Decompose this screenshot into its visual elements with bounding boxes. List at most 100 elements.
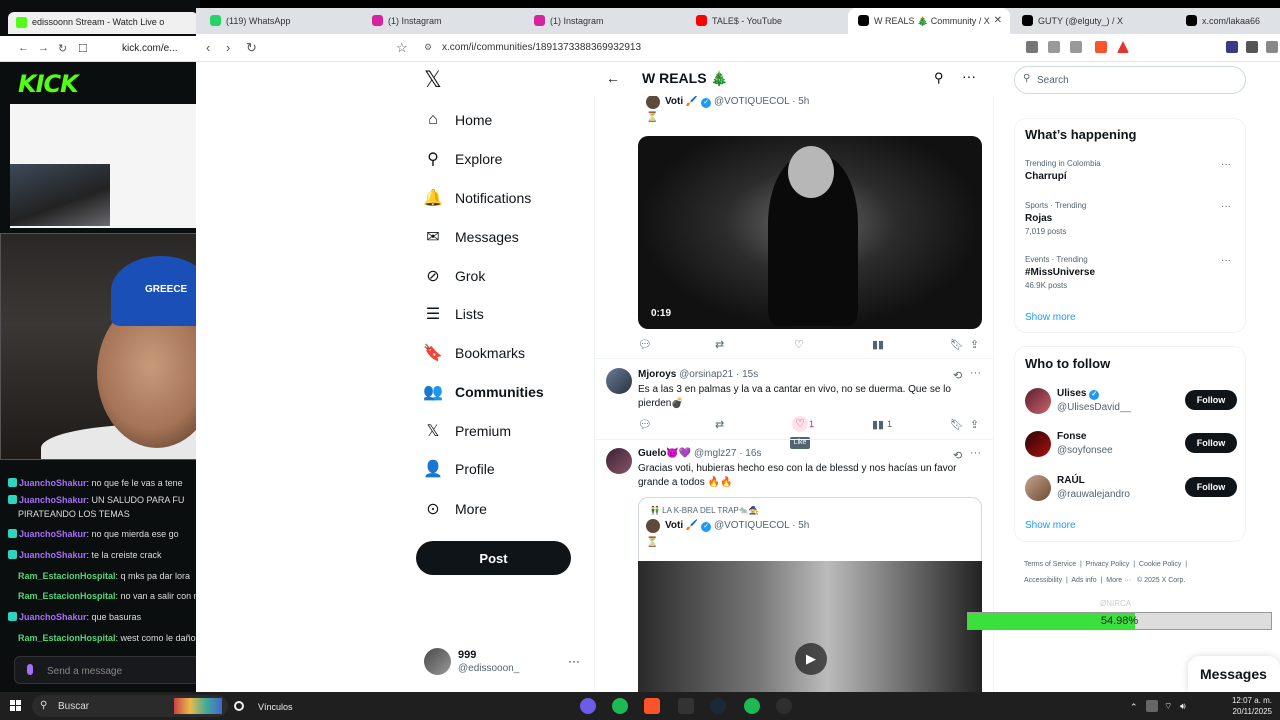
chat-username[interactable]: JuanchoShakur bbox=[19, 529, 87, 539]
nav-messages[interactable]: ✉ Messages bbox=[424, 222, 519, 252]
nav-profile[interactable]: 👤 Profile bbox=[423, 454, 495, 484]
back-icon[interactable]: ‹ bbox=[206, 40, 210, 55]
more-icon[interactable]: ··· bbox=[970, 367, 981, 379]
more-icon[interactable]: ··· bbox=[1221, 255, 1231, 266]
brave-shield-icon[interactable] bbox=[1095, 41, 1107, 53]
taskbar-links-label[interactable]: Vínculos bbox=[258, 702, 293, 712]
tweet-handle[interactable]: @mglz27 · 16s bbox=[694, 448, 761, 459]
tray-app-icon[interactable] bbox=[1146, 700, 1158, 712]
windows-start-icon[interactable] bbox=[10, 700, 22, 712]
chat-username[interactable]: JuanchoShakur bbox=[19, 612, 87, 622]
avatar[interactable] bbox=[606, 448, 632, 474]
kick-logo[interactable]: KICK bbox=[18, 70, 79, 98]
network-icon[interactable]: ⌔ bbox=[1164, 701, 1172, 712]
search-input[interactable]: ⚲ Search bbox=[1014, 66, 1246, 94]
avatar[interactable] bbox=[1025, 431, 1051, 457]
account-switcher[interactable]: 999 @edissooon_ ··· bbox=[424, 648, 584, 680]
footer-link[interactable]: Privacy Policy bbox=[1086, 561, 1130, 568]
nav-bookmarks[interactable]: 🔖 Bookmarks bbox=[423, 338, 525, 368]
nav-notifications[interactable]: 🔔 Notifications bbox=[423, 183, 531, 213]
search-icon[interactable]: ⚲ bbox=[934, 70, 944, 86]
discord-icon[interactable] bbox=[580, 698, 596, 714]
follow-suggestion[interactable]: Fonse @soyfonsee Follow bbox=[1025, 431, 1237, 461]
trend-item[interactable]: Events · Trending #MissUniverse 46.9K po… bbox=[1025, 255, 1237, 290]
nav-grok[interactable]: ⊘ Grok bbox=[424, 261, 485, 291]
kick-browser-tab[interactable]: edissoonn Stream - Watch Live o bbox=[8, 12, 198, 34]
avatar[interactable] bbox=[646, 95, 660, 109]
translate-icon[interactable] bbox=[1048, 41, 1060, 53]
footer-link[interactable]: Ads info bbox=[1071, 577, 1096, 584]
footer-link[interactable]: Accessibility bbox=[1024, 577, 1062, 584]
back-arrow-icon[interactable]: ← bbox=[606, 70, 620, 86]
nav-explore[interactable]: ⚲ Explore bbox=[424, 144, 502, 174]
grok-explain-icon[interactable]: ⟲ bbox=[953, 369, 962, 382]
more-icon[interactable]: ··· bbox=[962, 68, 976, 84]
spotify-icon[interactable] bbox=[612, 698, 628, 714]
like-icon[interactable]: ♡ bbox=[792, 416, 808, 432]
steam-icon[interactable] bbox=[710, 698, 726, 714]
forward-icon[interactable]: → bbox=[38, 42, 49, 54]
chat-username[interactable]: Ram_EstacionHospital bbox=[18, 571, 116, 581]
reload-icon[interactable]: ↻ bbox=[246, 40, 257, 56]
tweet-video[interactable]: 0:19 bbox=[638, 136, 982, 329]
follow-button[interactable]: Follow bbox=[1185, 433, 1237, 453]
more-icon[interactable]: ··· bbox=[1221, 159, 1231, 170]
tweet-author[interactable]: Voti 🖌️ bbox=[665, 96, 698, 107]
chat-username[interactable]: JuanchoShakur bbox=[19, 478, 87, 488]
books-widget-icon[interactable] bbox=[174, 698, 222, 714]
task-view-icon[interactable] bbox=[234, 701, 244, 711]
spotify-icon[interactable] bbox=[744, 698, 760, 714]
views-icon[interactable]: ▮▮ bbox=[872, 338, 884, 351]
chat-username[interactable]: Ram_EstacionHospital bbox=[18, 633, 116, 643]
bookmark-icon[interactable]: ☆ bbox=[396, 40, 408, 56]
tab-lakaa[interactable]: x.com/lakaa66 bbox=[1176, 8, 1276, 34]
tab-youtube[interactable]: TALE$ - YouTube bbox=[686, 8, 846, 34]
follow-suggestion[interactable]: Ulises ✓ @UlisesDavid__ Follow bbox=[1025, 388, 1237, 418]
reply-icon[interactable]: 💬︎ bbox=[638, 338, 652, 351]
menu-icon[interactable] bbox=[1266, 41, 1278, 53]
reply-icon[interactable]: 💬︎ bbox=[638, 418, 652, 431]
chat-username[interactable]: Ram_EstacionHospital bbox=[18, 591, 116, 601]
x-logo-icon[interactable]: 𝕏 bbox=[424, 68, 442, 93]
quote-video[interactable]: ▶ bbox=[638, 561, 982, 692]
share-icon[interactable]: ⇪ bbox=[970, 338, 979, 351]
tweet-author[interactable]: Guelo😈💜 bbox=[638, 448, 691, 459]
avatar[interactable] bbox=[1025, 388, 1051, 414]
grok-explain-icon[interactable]: ⟲ bbox=[953, 449, 962, 462]
follow-button[interactable]: Follow bbox=[1185, 390, 1237, 410]
footer-link[interactable]: Cookie Policy bbox=[1139, 561, 1181, 568]
chat-input[interactable]: Send a message bbox=[14, 656, 200, 684]
mic-icon[interactable] bbox=[27, 664, 33, 675]
kick-address-bar[interactable]: ← → ↻ ☐ kick.com/e... bbox=[0, 36, 200, 62]
tweet-handle[interactable]: @VOTIQUECOL · 5h bbox=[714, 96, 809, 107]
more-icon[interactable]: ··· bbox=[1221, 201, 1231, 212]
reload-icon[interactable]: ↻ bbox=[58, 42, 67, 55]
messages-drawer[interactable]: Messages bbox=[1188, 656, 1280, 692]
taskbar-clock[interactable]: 12:07 a. m. 20/11/2025 bbox=[1200, 695, 1280, 717]
sidebar-icon[interactable] bbox=[1246, 41, 1258, 53]
tab-whatsapp[interactable]: (119) WhatsApp bbox=[200, 8, 360, 34]
like-icon[interactable]: ♡ bbox=[794, 338, 804, 351]
show-more-link[interactable]: Show more bbox=[1025, 520, 1076, 531]
footer-link[interactable]: More ··· bbox=[1106, 577, 1131, 584]
chat-username[interactable]: JuanchoShakur bbox=[19, 550, 87, 560]
cast-icon[interactable] bbox=[1026, 41, 1038, 53]
bookmark-icon[interactable]: ☐ bbox=[78, 42, 88, 55]
brave-icon[interactable] bbox=[644, 698, 660, 714]
tab-instagram-1[interactable]: (1) Instagram bbox=[362, 8, 522, 34]
bookmark-icon[interactable]: 🔖︎ bbox=[950, 338, 964, 351]
tab-instagram-2[interactable]: (1) Instagram bbox=[524, 8, 684, 34]
nav-premium[interactable]: 𝕏 Premium bbox=[424, 416, 511, 446]
bookmark-icon[interactable]: 🔖︎ bbox=[950, 418, 964, 431]
tweet-handle[interactable]: @orsinap21 · 15s bbox=[679, 369, 758, 380]
show-more-link[interactable]: Show more bbox=[1025, 312, 1076, 323]
tab-x-community[interactable]: W REALS 🎄 Community / X ✕ bbox=[848, 8, 1010, 34]
trend-item[interactable]: Sports · Trending Rojas 7,019 posts ··· bbox=[1025, 201, 1237, 236]
address-bar[interactable]: ⚙ x.com/i/communities/189137338836993291… bbox=[418, 38, 1018, 58]
views-icon[interactable]: ▮▮ bbox=[872, 418, 884, 431]
play-icon[interactable]: ▶ bbox=[795, 643, 827, 675]
share-icon[interactable] bbox=[1070, 41, 1082, 53]
avatar[interactable] bbox=[606, 368, 632, 394]
chat-username[interactable]: JuanchoShakur bbox=[19, 495, 87, 505]
epic-games-icon[interactable] bbox=[678, 698, 694, 714]
